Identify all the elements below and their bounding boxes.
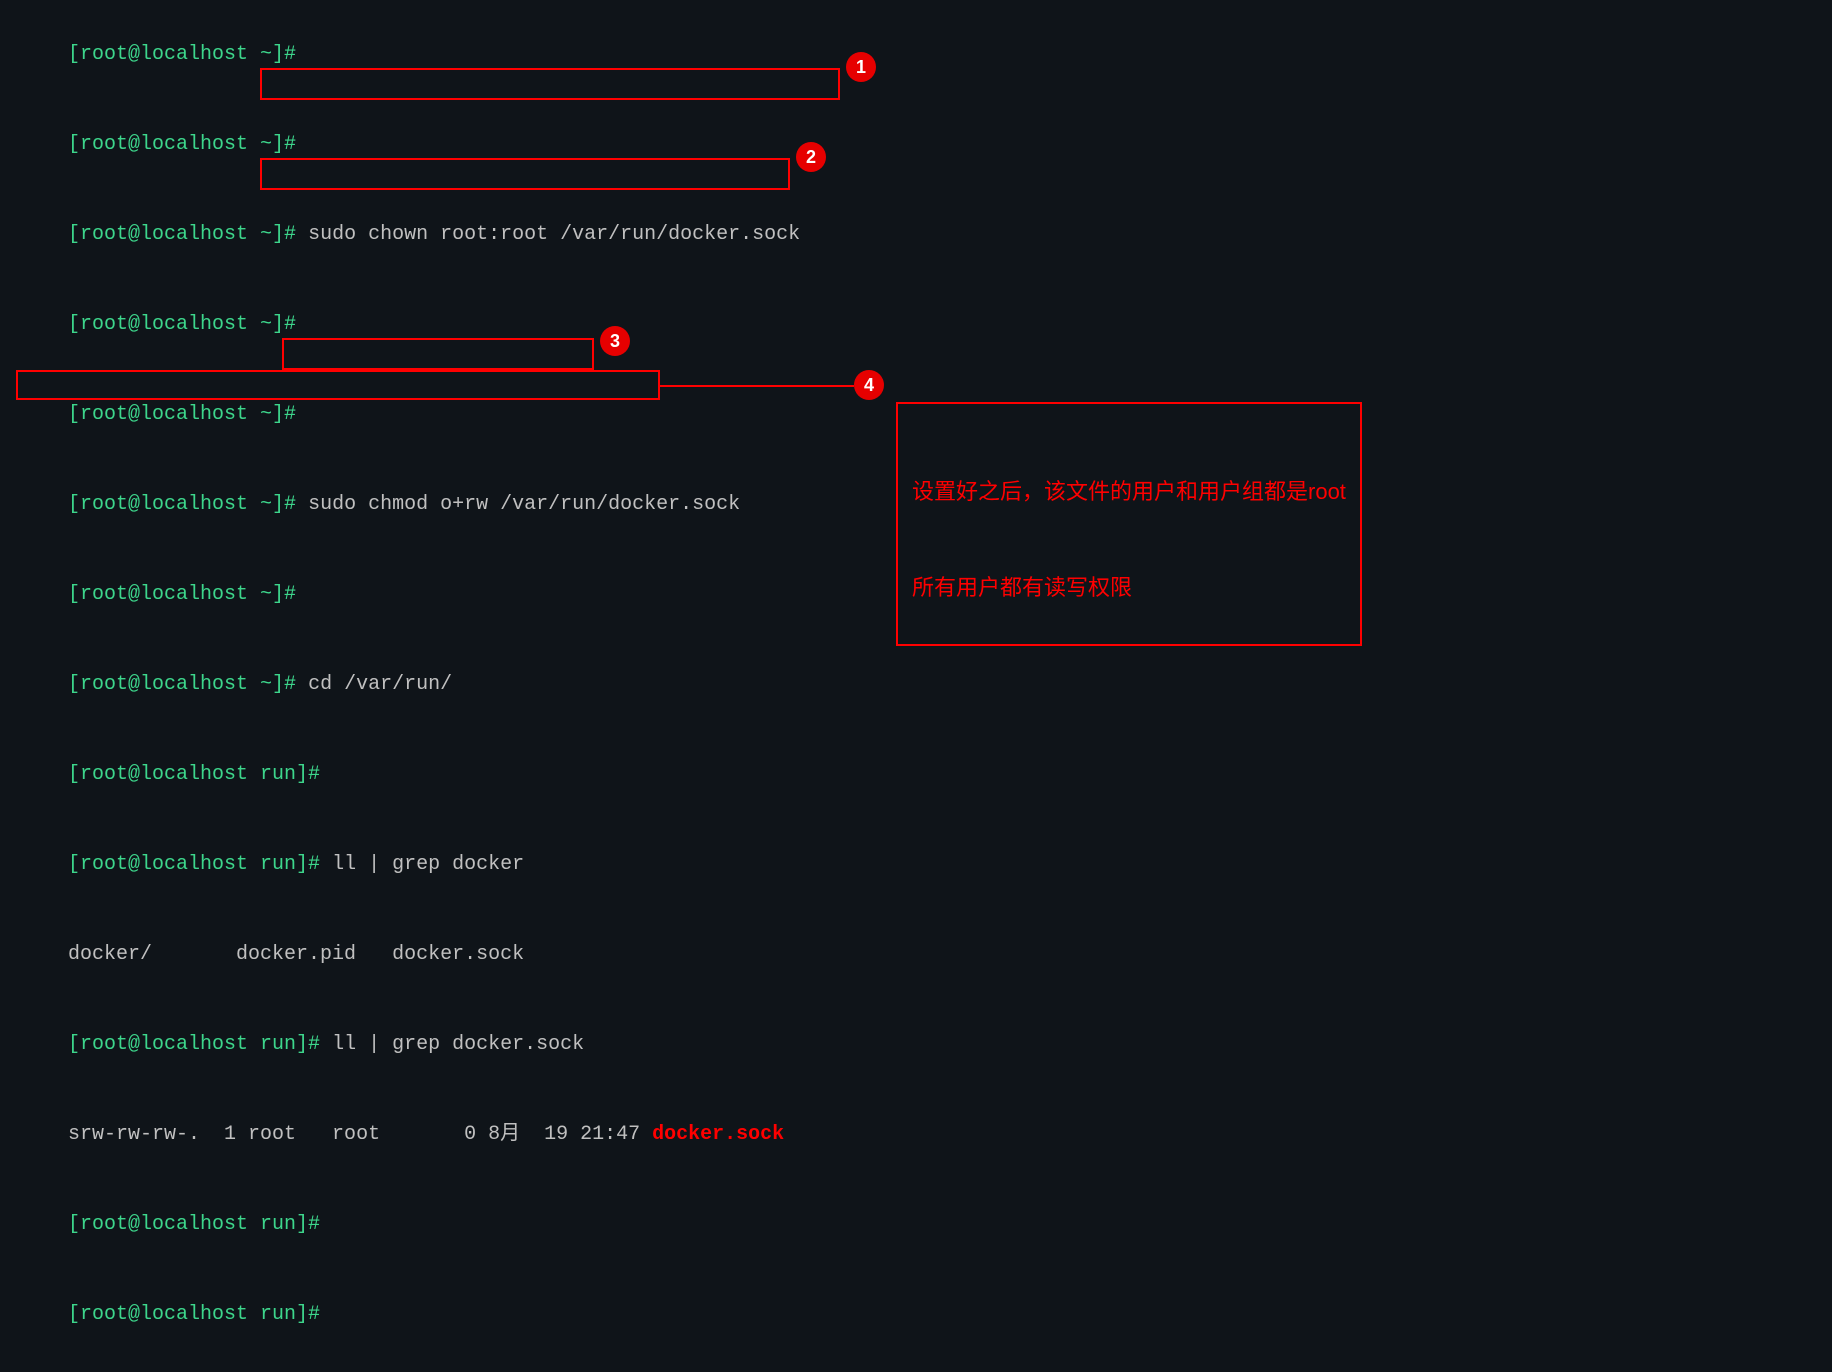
output-docker-list: docker/ docker.pid docker.sock [68,943,524,966]
terminal-line: [root@localhost run]# [20,1360,1812,1372]
command-chmod: sudo chmod o+rw /var/run/docker.sock [308,493,740,516]
annotation-line-2: 所有用户都有读写权限 [912,572,1346,604]
terminal-line: [root@localhost run]# [20,1180,1812,1270]
terminal-output: [root@localhost ~]# [root@localhost ~]# … [20,10,1812,1372]
terminal-line: [root@localhost ~]# [20,10,1812,100]
terminal-line: [root@localhost ~]# sudo chown root:root… [20,190,1812,280]
annotation-line-1: 设置好之后，该文件的用户和用户组都是root [912,476,1346,508]
prompt: [root@localhost ~]# [68,223,296,246]
badge-3: 3 [600,326,630,356]
prompt: [root@localhost run]# [68,1033,320,1056]
badge-2: 2 [796,142,826,172]
terminal-line: [root@localhost run]# [20,1270,1812,1360]
prompt: [root@localhost ~]# [68,133,296,156]
output-dockersock-prefix: srw-rw-rw-. 1 root root 0 8月 19 21:47 [68,1123,652,1146]
prompt: [root@localhost ~]# [68,403,296,426]
prompt: [root@localhost run]# [68,1213,320,1236]
connector-line [660,385,854,387]
output-dockersock-highlight: docker.sock [652,1123,784,1146]
terminal-line: [root@localhost run]# ll | grep docker [20,820,1812,910]
terminal-line: [root@localhost run]# ll | grep docker.s… [20,1000,1812,1090]
terminal-output-line: docker/ docker.pid docker.sock [20,910,1812,1000]
terminal-line: [root@localhost ~]# [20,100,1812,190]
command-ll-grep-docker: ll | grep docker [332,853,524,876]
prompt: [root@localhost ~]# [68,43,296,66]
badge-1: 1 [846,52,876,82]
terminal-line: [root@localhost ~]# [20,280,1812,370]
prompt: [root@localhost run]# [68,763,320,786]
prompt: [root@localhost ~]# [68,493,296,516]
terminal-output-line: srw-rw-rw-. 1 root root 0 8月 19 21:47 do… [20,1090,1812,1180]
prompt: [root@localhost run]# [68,853,320,876]
prompt: [root@localhost run]# [68,1303,320,1326]
terminal-line: [root@localhost run]# [20,730,1812,820]
command-cd: cd /var/run/ [308,673,452,696]
annotation-box: 设置好之后，该文件的用户和用户组都是root 所有用户都有读写权限 [896,402,1362,646]
command-ll-grep-dockersock: ll | grep docker.sock [332,1033,584,1056]
terminal-line: [root@localhost ~]# cd /var/run/ [20,640,1812,730]
prompt: [root@localhost ~]# [68,673,296,696]
prompt: [root@localhost ~]# [68,313,296,336]
prompt: [root@localhost ~]# [68,583,296,606]
command-chown: sudo chown root:root /var/run/docker.soc… [308,223,800,246]
badge-4: 4 [854,370,884,400]
